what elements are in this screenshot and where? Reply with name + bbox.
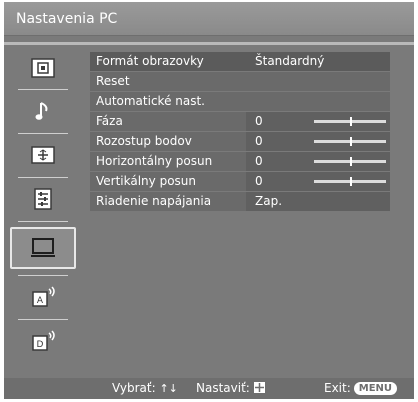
up-down-arrows-icon: ↑↓	[159, 382, 178, 395]
slider-knob[interactable]	[350, 157, 352, 166]
menu-row-vertical-shift[interactable]: Vertikálny posun 0	[90, 172, 390, 191]
menu-button[interactable]: MENU	[353, 381, 398, 395]
sidebar-item-screen[interactable]	[10, 136, 76, 174]
menu-row-label: Fáza	[90, 112, 246, 131]
screen-adjust-icon	[31, 146, 55, 164]
menu-row-value-cell: 0	[246, 152, 390, 171]
title-bar: Nastavenia PC	[4, 2, 414, 36]
window-title: Nastavenia PC	[16, 11, 118, 27]
sidebar-divider	[18, 221, 68, 222]
sidebar-divider	[18, 319, 68, 320]
menu-row-value: 0	[255, 114, 263, 128]
menu-row-value: 0	[255, 174, 263, 188]
sidebar-divider	[18, 177, 68, 178]
slider-knob[interactable]	[350, 117, 352, 126]
exit-label: Exit:	[324, 381, 351, 395]
menu-row-value: 0	[255, 134, 263, 148]
vertical-shift-slider[interactable]	[314, 177, 386, 186]
sidebar-item-sound[interactable]	[10, 92, 76, 130]
sidebar-item-setup[interactable]	[10, 180, 76, 218]
menu-row-auto-adjust[interactable]: Automatické nast.	[90, 92, 390, 111]
dpad-icon	[253, 382, 265, 393]
svg-text:D: D	[37, 340, 44, 350]
adjust-hint: Nastaviť:	[196, 381, 265, 395]
menu-row-value-cell: 0	[246, 112, 390, 131]
select-label: Vybrať:	[112, 381, 156, 395]
input-d-icon: D	[32, 330, 55, 351]
header-divider	[4, 42, 414, 45]
sidebar-item-picture[interactable]	[10, 49, 76, 87]
menu-row-value: 0	[255, 154, 263, 168]
horizontal-shift-slider[interactable]	[314, 157, 386, 166]
menu-row-label: Riadenie napájania	[90, 192, 246, 211]
menu-row-label: Horizontálny posun	[90, 152, 246, 171]
tv-osd-screen: Nastavenia PC A D Formát obrazovky Štand…	[4, 2, 414, 399]
menu-row-value-cell: 0	[246, 172, 390, 191]
adjust-label: Nastaviť:	[196, 381, 250, 395]
dot-pitch-slider[interactable]	[314, 137, 386, 146]
select-hint: Vybrať: ↑↓	[112, 381, 178, 395]
menu-row-power-management[interactable]: Riadenie napájania Zap.	[90, 192, 390, 211]
sidebar-divider	[18, 89, 68, 90]
menu-row-value: Zap.	[246, 192, 390, 211]
help-bar: Vybrať: ↑↓ Nastaviť: Exit: MENU	[4, 378, 414, 399]
menu-row-reset[interactable]: Reset	[90, 72, 390, 91]
sidebar-item-pc[interactable]	[10, 227, 76, 269]
menu-row-value-cell: 0	[246, 132, 390, 151]
menu-row-label: Reset	[90, 72, 390, 91]
exit-hint: Exit: MENU	[324, 381, 398, 395]
phase-slider[interactable]	[314, 117, 386, 126]
svg-text:A: A	[37, 296, 44, 306]
pc-monitor-icon	[31, 238, 55, 257]
sidebar-item-input-d[interactable]: D	[10, 322, 76, 360]
slider-knob[interactable]	[350, 137, 352, 146]
menu-row-label: Vertikálny posun	[90, 172, 246, 191]
menu-row-screen-format[interactable]: Formát obrazovky Štandardný	[90, 52, 390, 71]
menu-row-dot-pitch[interactable]: Rozostup bodov 0	[90, 132, 390, 151]
input-a-icon: A	[32, 286, 55, 307]
sidebar-divider	[18, 133, 68, 134]
menu-row-label: Formát obrazovky	[90, 52, 246, 71]
menu-row-phase[interactable]: Fáza 0	[90, 112, 390, 131]
menu-row-horizontal-shift[interactable]: Horizontálny posun 0	[90, 152, 390, 171]
slider-knob[interactable]	[350, 177, 352, 186]
settings-list-icon	[34, 188, 52, 210]
menu-row-label: Automatické nast.	[90, 92, 390, 111]
music-note-icon	[35, 102, 48, 120]
pc-settings-menu: Formát obrazovky Štandardný Reset Automa…	[90, 52, 390, 212]
sidebar-divider	[18, 275, 68, 276]
picture-icon	[31, 58, 55, 78]
sidebar-item-input-a[interactable]: A	[10, 278, 76, 316]
category-sidebar: A D	[10, 49, 76, 369]
menu-row-value: Štandardný	[246, 52, 390, 71]
menu-row-label: Rozostup bodov	[90, 132, 246, 151]
